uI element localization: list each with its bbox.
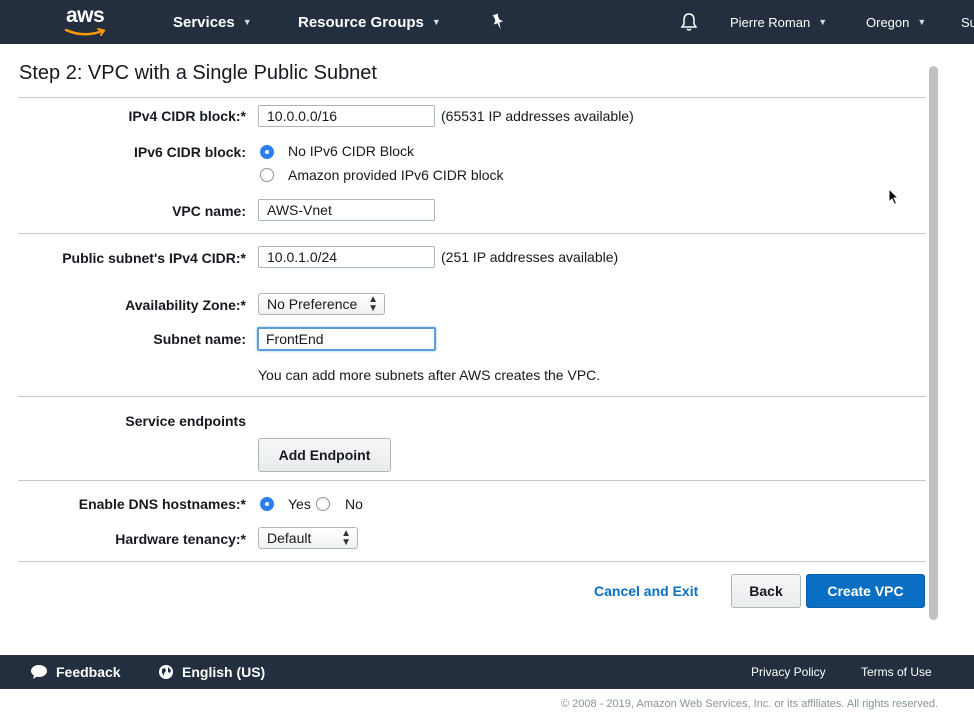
select-arrows-icon: ▲ ▼ [341, 528, 351, 548]
pin-icon[interactable] [490, 13, 506, 36]
divider [18, 396, 926, 397]
language-label: English (US) [182, 664, 266, 680]
vpc-name-label: VPC name: [172, 203, 246, 219]
divider [18, 480, 926, 481]
divider [18, 233, 926, 234]
footer-bar: Feedback English (US) Privacy Policy Ter… [0, 655, 974, 689]
chevron-down-icon: ▼ [431, 17, 441, 27]
region-menu[interactable]: Oregon ▼ [866, 15, 926, 30]
create-vpc-button[interactable]: Create VPC [806, 574, 925, 608]
ipv6-none-option: No IPv6 CIDR Block [288, 143, 415, 159]
public-subnet-cidr-hint: (251 IP addresses available) [441, 249, 619, 265]
add-endpoint-button[interactable]: Add Endpoint [258, 438, 391, 472]
ipv6-cidr-label: IPv6 CIDR block: [133, 144, 246, 160]
subnet-name-label: Subnet name: [153, 331, 246, 347]
page-title: Step 2: VPC with a Single Public Subnet [19, 62, 377, 84]
public-subnet-cidr-input[interactable] [258, 246, 435, 268]
aws-logo-text: aws [66, 4, 105, 27]
aws-smile-icon [64, 28, 106, 36]
chevron-down-icon: ▼ [242, 17, 252, 27]
ipv6-amazon-radio[interactable] [260, 168, 274, 182]
back-button[interactable]: Back [731, 574, 801, 608]
support-label: Su [961, 15, 974, 30]
resource-groups-label: Resource Groups [298, 14, 424, 31]
availability-zone-label: Availability Zone:* [125, 297, 246, 313]
privacy-policy-link[interactable]: Privacy Policy [751, 665, 826, 679]
vpc-name-input[interactable] [258, 199, 435, 221]
dns-yes-option: Yes [288, 496, 311, 512]
mouse-pointer-icon [888, 187, 900, 211]
services-label: Services [173, 14, 235, 31]
aws-logo[interactable]: aws [62, 4, 118, 40]
chevron-down-icon: ▼ [917, 17, 927, 27]
ipv6-none-radio[interactable] [260, 145, 274, 159]
dns-no-radio[interactable] [316, 497, 330, 511]
availability-zone-value: No Preference [267, 296, 358, 312]
dns-yes-radio[interactable] [260, 497, 274, 511]
public-subnet-cidr-label: Public subnet's IPv4 CIDR:* [62, 250, 246, 266]
feedback-label: Feedback [56, 664, 121, 680]
dns-hostnames-label: Enable DNS hostnames:* [78, 496, 246, 512]
globe-icon [159, 665, 173, 679]
ipv4-cidr-input[interactable] [258, 105, 435, 127]
support-menu[interactable]: Su [961, 15, 974, 30]
language-selector[interactable]: English (US) [158, 664, 265, 680]
resource-groups-menu[interactable]: Resource Groups ▼ [298, 14, 441, 31]
service-endpoints-label: Service endpoints [125, 413, 246, 429]
subnet-name-input[interactable] [257, 327, 436, 351]
ipv6-amazon-option: Amazon provided IPv6 CIDR block [288, 167, 504, 183]
feedback-link[interactable]: Feedback [30, 664, 121, 680]
subnet-note: You can add more subnets after AWS creat… [258, 367, 601, 383]
scrollbar-thumb[interactable] [929, 66, 938, 620]
availability-zone-select[interactable]: No Preference ▲ ▼ [258, 293, 385, 315]
region-name: Oregon [866, 15, 910, 30]
chevron-down-icon: ▼ [818, 17, 828, 27]
hardware-tenancy-select[interactable]: Default ▲ ▼ [258, 527, 358, 549]
top-navigation-bar: aws Services ▼ Resource Groups ▼ Pierre Ro… [0, 0, 974, 44]
hardware-tenancy-label: Hardware tenancy:* [115, 531, 246, 547]
ipv4-cidr-label: IPv4 CIDR block:* [128, 108, 246, 124]
user-name: Pierre Roman [730, 15, 811, 30]
user-menu[interactable]: Pierre Roman ▼ [730, 15, 827, 30]
dns-no-option: No [345, 496, 363, 512]
terms-of-use-link[interactable]: Terms of Use [861, 665, 932, 679]
ipv4-cidr-hint: (65531 IP addresses available) [441, 108, 634, 124]
copyright-text: © 2008 - 2019, Amazon Web Services, Inc.… [561, 698, 938, 710]
divider [18, 97, 926, 98]
select-arrows-icon: ▲ ▼ [368, 294, 378, 314]
divider [18, 561, 926, 562]
speech-bubble-icon [31, 665, 47, 679]
hardware-tenancy-value: Default [267, 530, 312, 546]
bell-icon[interactable] [680, 12, 698, 37]
services-menu[interactable]: Services ▼ [173, 14, 252, 31]
cancel-and-exit-button[interactable]: Cancel and Exit [594, 583, 698, 599]
